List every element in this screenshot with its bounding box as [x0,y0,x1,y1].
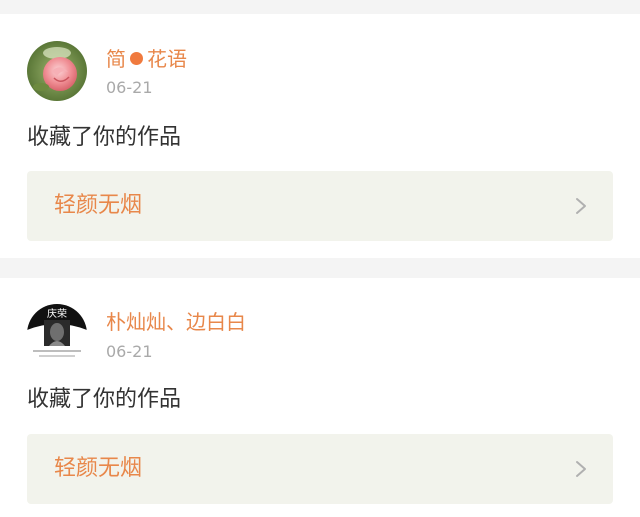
work-title: 轻颜无烟 [54,193,143,218]
user-name[interactable]: 简花语 [106,47,187,71]
pink-rose-avatar-icon [27,41,87,101]
user-name-part: 简 [106,47,126,71]
chevron-right-icon [576,198,586,214]
notification-feed: 简花语 06-21 收藏了你的作品 轻颜无烟 庆荣 朴灿灿、边白白 06-21 … [0,0,640,517]
action-text: 收藏了你的作品 [27,387,182,412]
avatar[interactable]: 庆荣 [27,304,87,364]
portrait-avatar-icon: 庆荣 [27,304,87,364]
work-link[interactable]: 轻颜无烟 [27,171,613,241]
user-name-part: 花语 [147,47,187,71]
separator-dot-icon [130,52,143,65]
work-title: 轻颜无烟 [54,456,143,481]
work-link[interactable]: 轻颜无烟 [27,434,613,504]
chevron-right-icon [576,461,586,477]
notification-card: 简花语 06-21 收藏了你的作品 轻颜无烟 [0,14,640,258]
action-text: 收藏了你的作品 [27,125,182,150]
avatar-text: 庆荣 [47,307,67,320]
user-name[interactable]: 朴灿灿、边白白 [106,310,246,334]
notification-card: 庆荣 朴灿灿、边白白 06-21 收藏了你的作品 轻颜无烟 [0,278,640,517]
avatar[interactable] [27,41,87,101]
post-date: 06-21 [106,78,153,97]
post-date: 06-21 [106,342,153,361]
